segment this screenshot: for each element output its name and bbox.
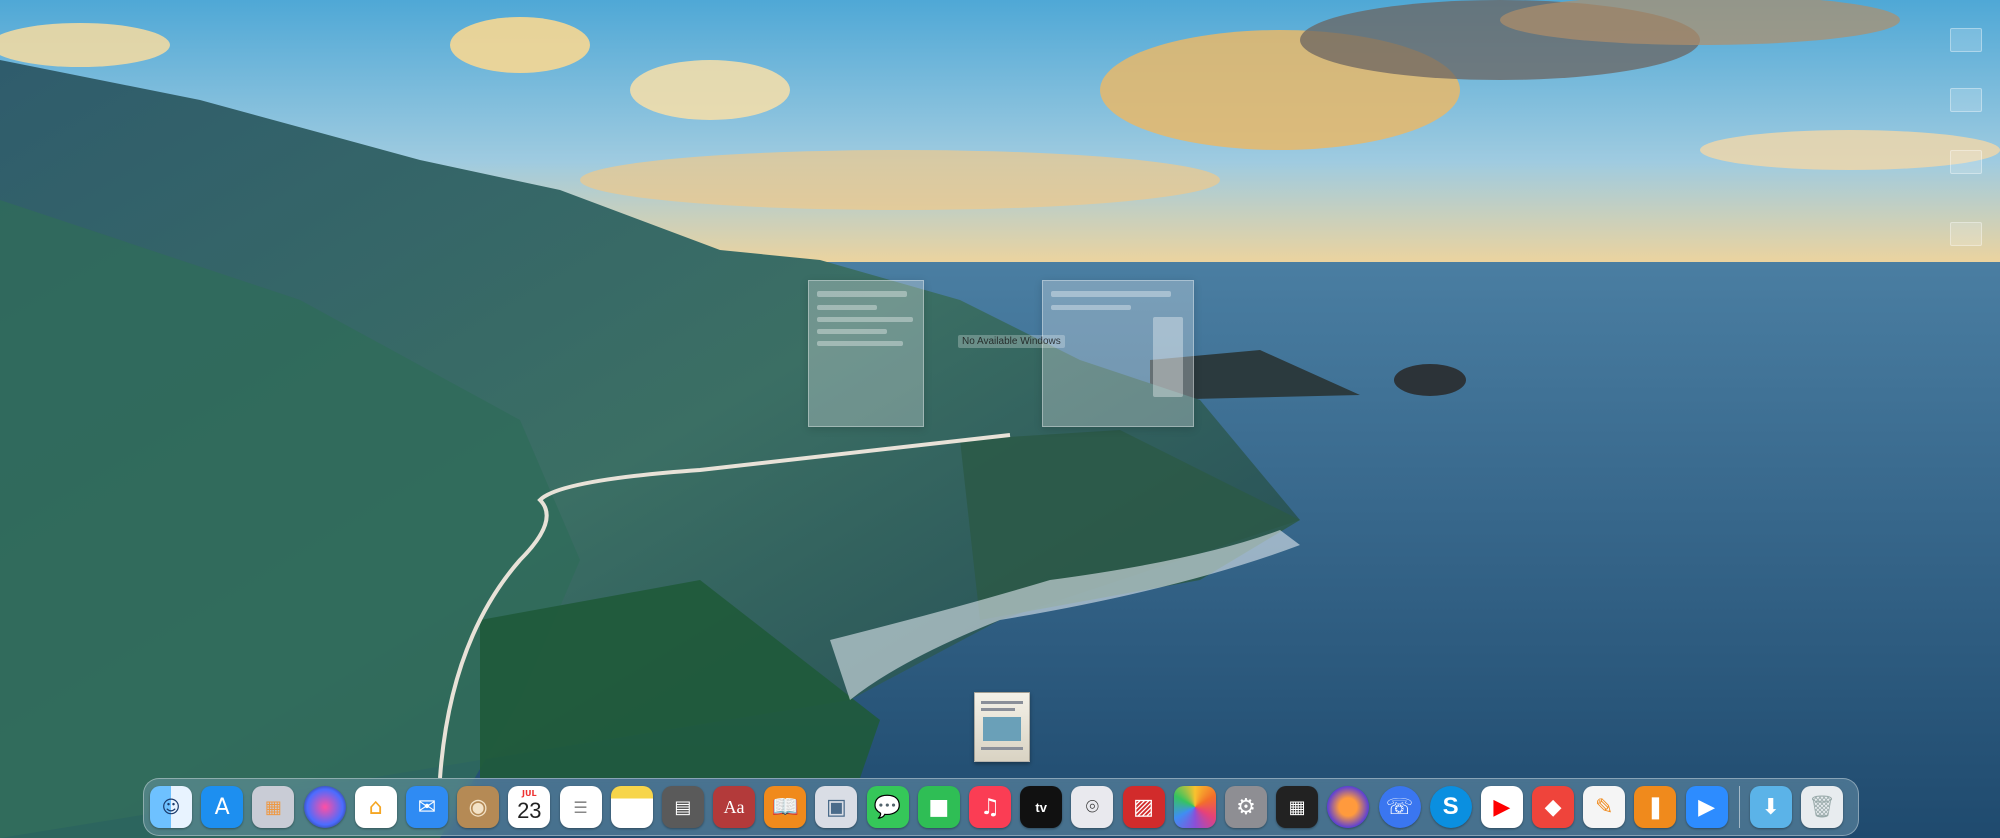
mission-control-icon[interactable]: ▦ [1276,786,1319,828]
skype-icon[interactable]: S [1429,786,1472,828]
books-icon[interactable]: 📖 [764,786,807,828]
reminders-icon[interactable]: ☰ [559,786,602,828]
youtube-icon[interactable]: ▶ [1480,786,1523,828]
home-icon[interactable]: ⌂ [354,786,397,828]
apple-tv-icon[interactable]: tv [1020,786,1063,828]
gear-icon[interactable]: ⚙ [1224,786,1267,828]
siri-icon[interactable] [303,786,346,828]
finder-icon[interactable]: ☺ [150,786,192,828]
space-thumbnail-2[interactable] [1950,88,1982,112]
firefox-icon[interactable] [1327,786,1370,828]
anydesk-icon[interactable]: ◆ [1532,786,1575,828]
dock-separator [1738,786,1740,828]
calculator-icon[interactable]: ▤ [661,786,704,828]
mail-icon[interactable]: ✉ [405,786,448,828]
space-thumbnail-3[interactable] [1950,150,1982,174]
bookmark-icon[interactable]: ❚ [1634,786,1677,828]
dock: ☺ A ▦ ⌂ ✉ ◉ JUL 23 ☰ ▤ Aa 📖 ▣ 💬 ■ ♫ tv ⌾… [143,778,1859,836]
zoom-icon[interactable]: ▶ [1685,786,1728,828]
calendar-icon[interactable]: JUL 23 [508,786,551,828]
facetime-icon[interactable]: ■ [917,786,960,828]
preview-icon[interactable]: ▣ [815,786,858,828]
space-thumbnail-1[interactable] [1950,28,1982,52]
photos-icon[interactable] [1173,786,1216,828]
pages-icon[interactable]: ✎ [1583,786,1626,828]
signal-icon[interactable]: ☏ [1378,786,1421,828]
window-preview-right[interactable] [1042,280,1194,427]
music-icon[interactable]: ♫ [969,786,1011,828]
desktop-document-file[interactable] [974,692,1030,762]
launchpad-icon[interactable]: ▦ [252,786,295,828]
notes-icon[interactable] [610,786,653,828]
messages-icon[interactable]: 💬 [866,786,909,828]
contacts-icon[interactable]: ◉ [457,786,500,828]
app-store-icon[interactable]: A [201,786,244,828]
space-thumbnail-4[interactable] [1950,222,1982,246]
downloads-folder-icon[interactable]: ⬇ [1749,786,1792,828]
trash-icon[interactable]: 🗑 [1801,786,1843,828]
screenshot-icon[interactable]: ⌾ [1071,786,1114,828]
no-available-windows-label: No Available Windows [958,335,1065,348]
dictionary-icon[interactable]: Aa [713,786,756,828]
window-preview-left[interactable] [808,280,924,427]
photo-booth-icon[interactable]: ▨ [1122,786,1165,828]
